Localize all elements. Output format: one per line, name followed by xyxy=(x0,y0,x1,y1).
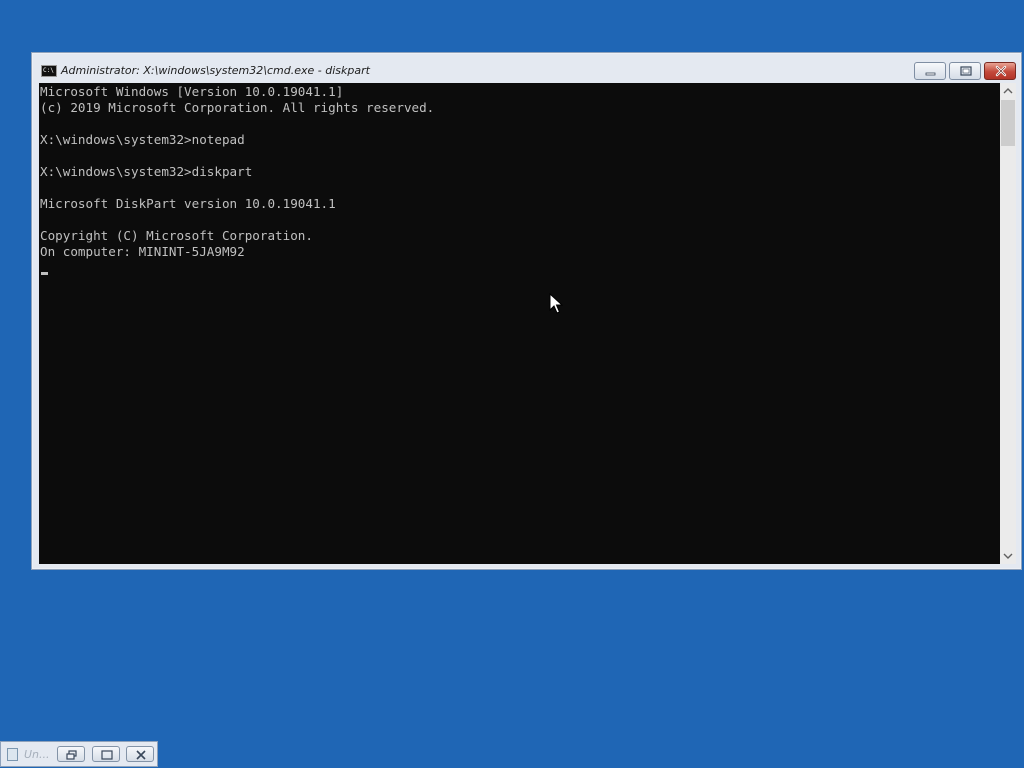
console-line: On computer: MININT-5JA9M92 xyxy=(40,244,245,259)
vertical-scrollbar[interactable] xyxy=(1000,83,1016,564)
title-bar[interactable]: C:\ Administrator: X:\windows\system32\c… xyxy=(32,53,1021,83)
console-line: (c) 2019 Microsoft Corporation. All righ… xyxy=(40,100,435,115)
text-cursor xyxy=(41,272,48,275)
scroll-thumb[interactable] xyxy=(1001,100,1015,146)
scroll-down-button[interactable] xyxy=(1000,548,1016,564)
maximize-icon xyxy=(960,66,972,76)
mouse-pointer-icon xyxy=(549,293,563,314)
close-button[interactable] xyxy=(984,62,1016,80)
minimized-window[interactable]: Un... xyxy=(0,741,158,767)
chevron-down-icon xyxy=(1003,553,1013,559)
maximize-button[interactable] xyxy=(92,746,120,762)
maximize-button[interactable] xyxy=(949,62,981,80)
console-line: X:\windows\system32>diskpart xyxy=(40,164,253,179)
scroll-up-button[interactable] xyxy=(1000,83,1016,99)
minimized-window-title: Un... xyxy=(24,748,50,761)
console-line: Microsoft DiskPart version 10.0.19041.1 xyxy=(40,196,336,211)
restore-icon xyxy=(66,750,77,760)
minimize-icon xyxy=(925,72,936,76)
chevron-up-icon xyxy=(1003,88,1013,94)
window-title: Administrator: X:\windows\system32\cmd.e… xyxy=(61,64,370,77)
close-icon xyxy=(136,750,146,760)
console-line: Microsoft Windows [Version 10.0.19041.1] xyxy=(40,84,344,99)
console-line: Copyright (C) Microsoft Corporation. xyxy=(40,228,313,243)
minimize-button[interactable] xyxy=(914,62,946,80)
desktop: C:\ Administrator: X:\windows\system32\c… xyxy=(0,0,1024,768)
maximize-icon xyxy=(101,750,113,760)
console-line: X:\windows\system32>notepad xyxy=(40,132,245,147)
console-output[interactable]: Microsoft Windows [Version 10.0.19041.1]… xyxy=(39,83,1000,564)
cmd-window[interactable]: C:\ Administrator: X:\windows\system32\c… xyxy=(31,52,1022,570)
close-icon xyxy=(995,65,1007,77)
notepad-icon xyxy=(7,748,18,761)
close-button[interactable] xyxy=(126,746,154,762)
cmd-icon: C:\ xyxy=(41,65,57,77)
restore-button[interactable] xyxy=(57,746,85,762)
